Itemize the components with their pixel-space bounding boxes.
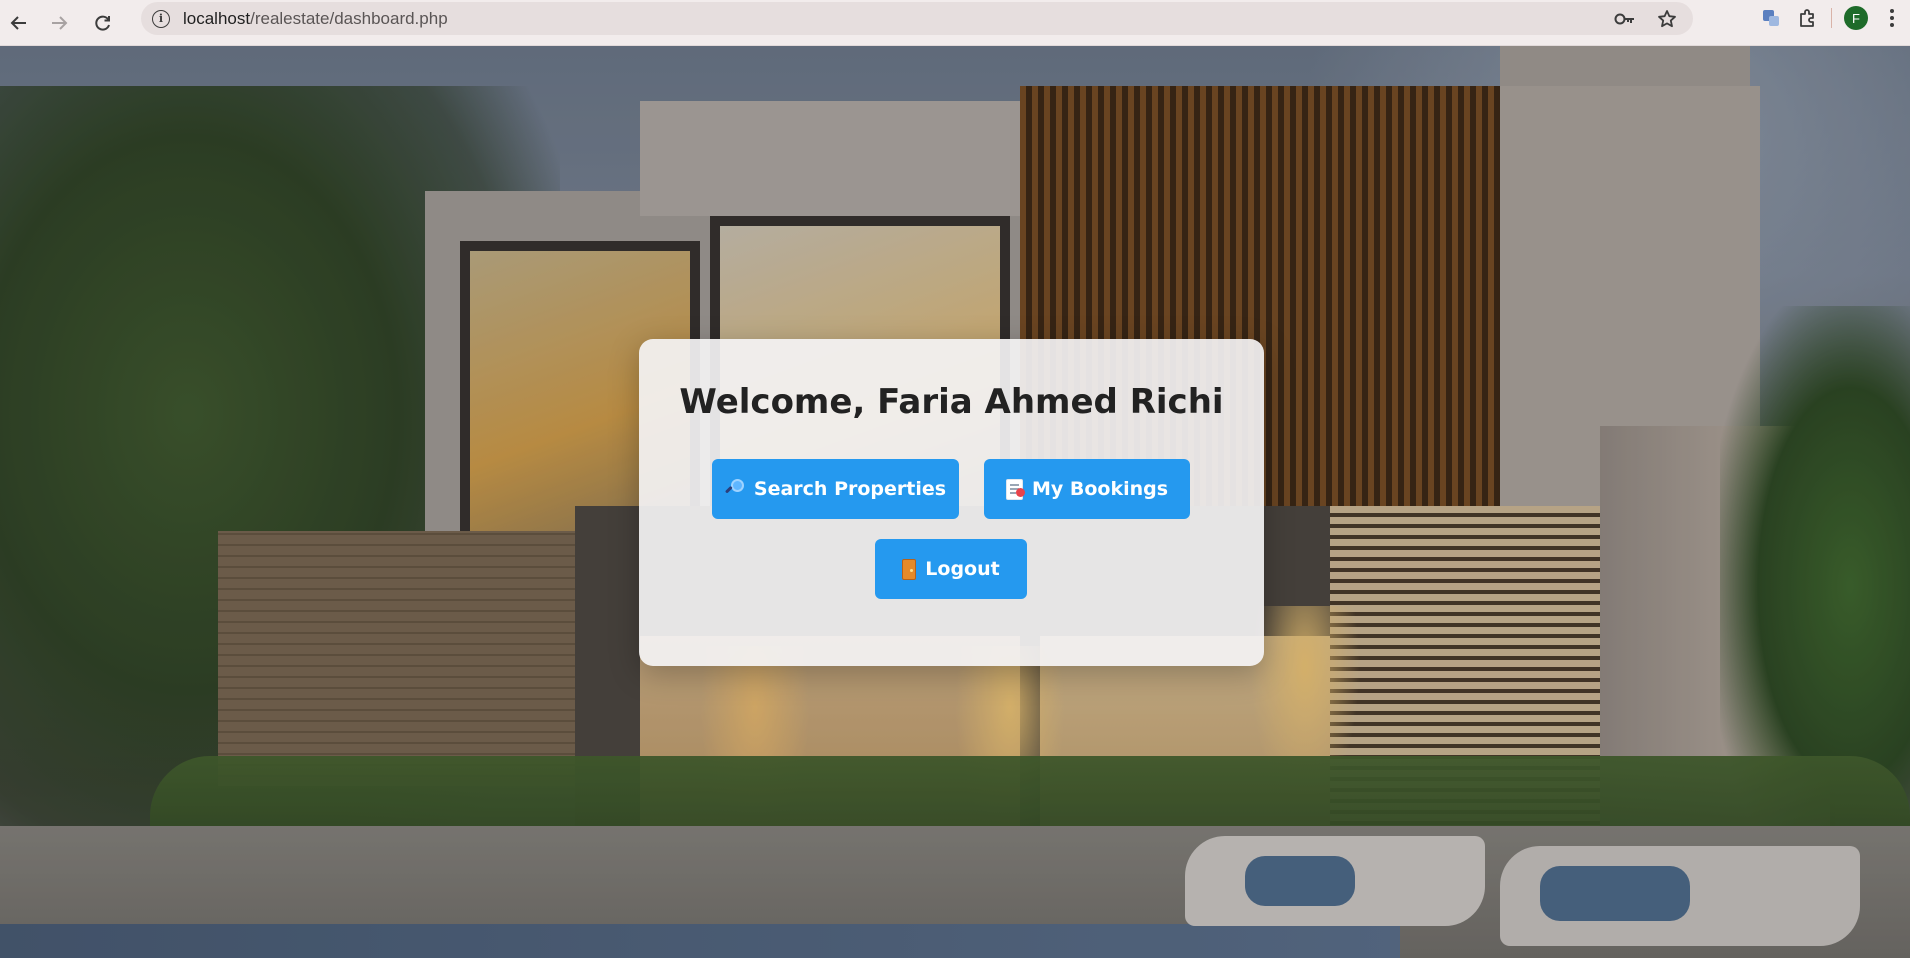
avatar: F bbox=[1844, 6, 1868, 30]
search-properties-button[interactable]: Search Properties bbox=[712, 459, 959, 519]
url-text[interactable]: localhost/realestate/dashboard.php bbox=[183, 9, 448, 29]
arrow-left-icon bbox=[10, 15, 26, 30]
extensions-icon[interactable] bbox=[1789, 0, 1825, 36]
welcome-card: Welcome, Faria Ahmed Richi Search Proper… bbox=[639, 339, 1264, 666]
logout-label: Logout bbox=[925, 558, 1000, 580]
door-icon bbox=[902, 558, 917, 580]
my-bookings-label: My Bookings bbox=[1031, 478, 1169, 500]
reload-icon bbox=[95, 15, 110, 31]
password-key-icon[interactable] bbox=[1613, 7, 1637, 31]
translate-icon[interactable] bbox=[1753, 0, 1789, 36]
back-button[interactable] bbox=[2, 6, 36, 40]
forward-button[interactable] bbox=[42, 6, 76, 40]
browser-menu-icon[interactable] bbox=[1874, 0, 1910, 36]
reload-button[interactable] bbox=[86, 6, 120, 40]
toolbar-separator bbox=[1831, 8, 1832, 28]
my-bookings-button[interactable]: My Bookings bbox=[984, 459, 1190, 519]
search-properties-label: Search Properties bbox=[753, 478, 947, 500]
magnifying-glass-icon bbox=[724, 479, 745, 499]
document-icon bbox=[1005, 478, 1025, 500]
arrow-right-icon bbox=[52, 15, 68, 30]
url-path: /realestate/dashboard.php bbox=[250, 8, 448, 28]
url-host: localhost bbox=[183, 8, 251, 28]
browser-toolbar: i localhost/realestate/dashboard.php F bbox=[0, 0, 1910, 46]
logout-button[interactable]: Logout bbox=[875, 539, 1027, 599]
dashboard-page: Welcome, Faria Ahmed Richi Search Proper… bbox=[0, 46, 1910, 958]
site-info-icon[interactable]: i bbox=[152, 9, 170, 28]
toolbar-actions: F bbox=[1753, 0, 1910, 36]
profile-button[interactable]: F bbox=[1838, 0, 1874, 36]
address-bar[interactable]: i localhost/realestate/dashboard.php bbox=[141, 2, 1693, 35]
bookmark-star-icon[interactable] bbox=[1655, 7, 1679, 31]
welcome-title: Welcome, Faria Ahmed Richi bbox=[679, 382, 1224, 422]
